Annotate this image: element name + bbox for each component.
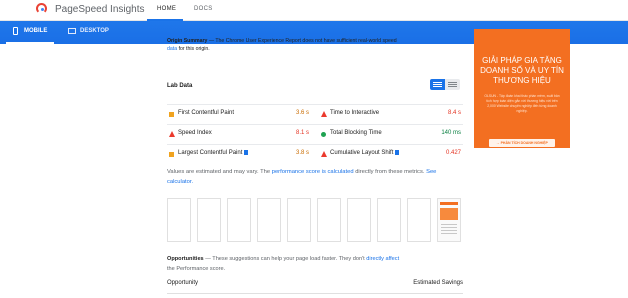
opportunities-tail: the Performance score. (167, 266, 226, 272)
screenshot-filmstrip (167, 198, 463, 243)
origin-summary-tail: for this origin. (178, 46, 210, 52)
metric-name-with-flag: Cumulative Layout Shift (330, 150, 400, 156)
metric-value: 8.1 s (295, 130, 309, 136)
performance-score-link[interactable]: performance score is calculated (272, 169, 354, 175)
phone-icon[interactable] (13, 27, 18, 35)
metric-largest-contentful-paint: Largest Contentful Paint 3.8 s (167, 145, 311, 165)
filmstrip-frame-loaded (437, 198, 461, 242)
opportunities-title: Opportunities (167, 256, 204, 262)
fail-indicator-icon (321, 111, 327, 117)
note-prefix: Values are estimated and may vary. The (167, 169, 271, 175)
metric-name: Time to Interactive (330, 110, 380, 116)
metric-cumulative-layout-shift: Cumulative Layout Shift 0.427 (319, 145, 463, 165)
lab-data-title: Lab Data (167, 83, 193, 89)
ad-banner[interactable]: GIẢI PHÁP GIA TĂNG DOANH SỐ VÀ UY TÍN TH… (474, 29, 570, 148)
pass-indicator-icon (321, 132, 326, 137)
origin-summary: Origin Summary — The Chrome User Experie… (167, 37, 447, 53)
metric-name-with-flag: Largest Contentful Paint (178, 150, 249, 156)
metric-value: 8.4 s (447, 110, 461, 116)
opportunities-table-header: Opportunity Estimated Savings (167, 280, 463, 286)
metric-time-to-interactive: Time to Interactive 8.4 s (319, 105, 463, 125)
filmstrip-frame (167, 198, 191, 242)
origin-summary-text: The Chrome User Experience Report does n… (215, 38, 397, 44)
divider (167, 293, 463, 294)
metric-value: 140 ms (441, 130, 461, 136)
filmstrip-frame (347, 198, 371, 242)
nav-tab-docs[interactable]: DOCS (194, 6, 213, 12)
filmstrip-frame (407, 198, 431, 242)
filmstrip-frame (257, 198, 281, 242)
element-flag-icon[interactable] (244, 150, 249, 155)
ad-body: OLSUN - Tập đoàn khai thác phần mềm, xuấ… (484, 94, 560, 113)
view-toggle[interactable] (430, 79, 460, 90)
opportunities-intro: Opportunities — These suggestions can he… (167, 254, 457, 274)
app-title[interactable]: PageSpeed Insights (55, 4, 145, 15)
metric-value: 0.427 (445, 150, 461, 156)
metric-value: 3.8 s (295, 150, 309, 156)
filmstrip-frame (227, 198, 251, 242)
origin-data-link[interactable]: data (167, 46, 177, 52)
pagespeed-gauge-icon[interactable] (36, 3, 47, 14)
ad-cta-button[interactable]: → PHÂN TÍCH DOANH NGHIỆP (489, 139, 555, 147)
average-indicator-icon (169, 112, 174, 117)
filmstrip-frame (377, 198, 401, 242)
tab-desktop[interactable]: DESKTOP (80, 28, 109, 34)
nav-tab-home[interactable]: HOME (157, 6, 176, 12)
origin-summary-heading: Origin Summary (167, 38, 208, 44)
filmstrip-frame (317, 198, 341, 242)
metric-name: Largest Contentful Paint (178, 150, 243, 156)
opportunities-text: These suggestions can help your page loa… (212, 256, 365, 262)
column-estimated-savings: Estimated Savings (413, 280, 463, 286)
ad-title: GIẢI PHÁP GIA TĂNG DOANH SỐ VÀ UY TÍN TH… (480, 56, 564, 85)
metric-name: Speed Index (178, 130, 212, 136)
mobile-active-indicator (6, 42, 54, 44)
opportunities-dash: — (205, 256, 211, 262)
filmstrip-frame (287, 198, 311, 242)
metric-speed-index: Speed Index 8.1 s (167, 125, 311, 145)
tab-mobile[interactable]: MOBILE (24, 28, 47, 34)
expand-view-icon[interactable] (430, 79, 445, 90)
list-view-icon[interactable] (445, 79, 460, 90)
monitor-icon[interactable] (68, 28, 76, 34)
metrics-row: Speed Index 8.1 s Total Blocking Time 14… (167, 124, 463, 144)
metric-name: Cumulative Layout Shift (330, 150, 394, 156)
metrics-row: Largest Contentful Paint 3.8 s Cumulativ… (167, 144, 463, 164)
metric-name: Total Blocking Time (330, 130, 382, 136)
ad-cta-label: → PHÂN TÍCH DOANH NGHIỆP (496, 141, 548, 145)
fail-indicator-icon (169, 131, 175, 137)
directly-affect-link[interactable]: directly affect (366, 256, 399, 262)
element-flag-icon[interactable] (395, 150, 400, 155)
note-mid: directly from these metrics. (355, 169, 425, 175)
column-opportunity: Opportunity (167, 280, 199, 286)
fail-indicator-icon (321, 151, 327, 157)
metrics-row: First Contentful Paint 3.6 s Time to Int… (167, 104, 463, 124)
estimation-note: Values are estimated and may vary. The p… (167, 167, 457, 187)
lab-metrics-grid: First Contentful Paint 3.6 s Time to Int… (167, 104, 463, 164)
metric-value: 3.6 s (295, 110, 309, 116)
average-indicator-icon (169, 152, 174, 157)
metric-name: First Contentful Paint (178, 110, 235, 116)
origin-summary-dash: — (208, 38, 214, 44)
metric-first-contentful-paint: First Contentful Paint 3.6 s (167, 105, 311, 125)
metric-total-blocking-time: Total Blocking Time 140 ms (319, 125, 463, 145)
filmstrip-frame (197, 198, 221, 242)
